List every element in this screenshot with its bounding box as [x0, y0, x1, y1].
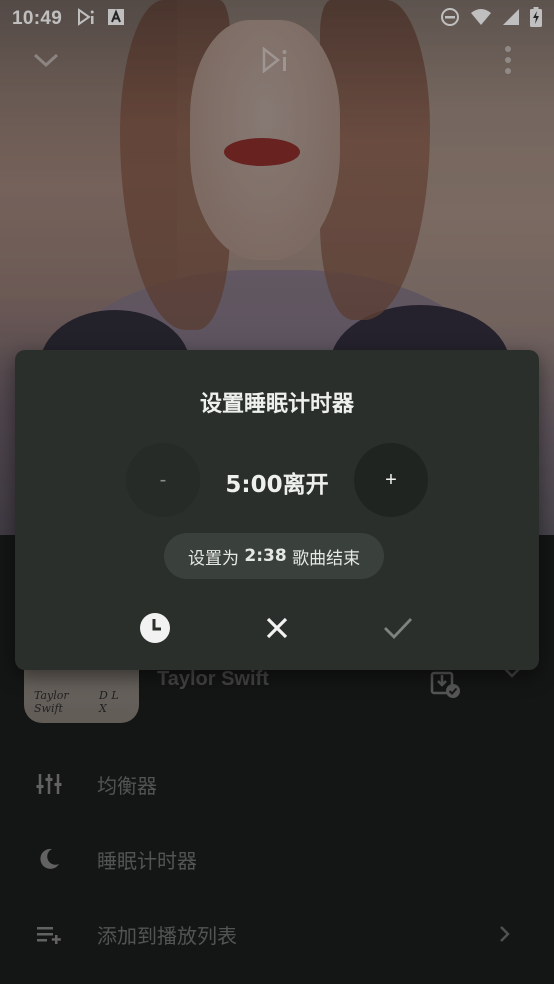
media-cast-icon — [76, 8, 98, 30]
decrease-button[interactable]: - — [126, 443, 200, 517]
menu-item-equalizer[interactable]: 均衡器 — [0, 754, 554, 814]
font-a-icon — [108, 9, 125, 29]
artist-name[interactable]: Taylor Swift — [157, 668, 269, 691]
end-of-song-chip[interactable]: 设置为 2:38 歌曲结束 — [164, 533, 385, 579]
menu-item-label: 睡眠计时器 — [97, 848, 197, 873]
timer-value: 5:00离开 — [225, 472, 329, 498]
status-time: 10:49 — [12, 8, 63, 29]
dialog-title: 设置睡眠计时器 — [199, 392, 354, 417]
menu-item-sleep-timer[interactable]: 睡眠计时器 — [0, 829, 554, 889]
moon-icon — [34, 844, 64, 874]
thumb-edition-text: D L X — [99, 689, 119, 715]
do-not-disturb-icon — [440, 7, 460, 31]
wifi-icon — [470, 8, 492, 30]
clock-icon[interactable] — [135, 608, 175, 648]
playlist-add-icon — [34, 919, 64, 949]
equalizer-icon — [34, 769, 64, 799]
close-icon[interactable] — [257, 608, 297, 648]
signal-icon — [502, 8, 520, 30]
thumb-artist-text: Taylor Swift — [34, 689, 69, 715]
menu-item-add-to-playlist[interactable]: 添加到播放列表 — [0, 904, 554, 964]
battery-charging-icon — [530, 7, 542, 31]
check-icon[interactable] — [378, 608, 418, 648]
downloaded-icon[interactable] — [430, 670, 462, 704]
more-vertical-icon[interactable] — [488, 42, 528, 78]
menu-item-label: 添加到播放列表 — [97, 923, 237, 948]
play-next-icon[interactable] — [257, 42, 297, 78]
chip-prefix: 设置为 — [188, 548, 245, 569]
chip-time: 2:38 — [244, 546, 287, 566]
chevron-right-icon — [494, 924, 514, 944]
status-bar: 10:49 — [0, 0, 554, 38]
chevron-down-icon[interactable] — [26, 42, 66, 78]
sleep-timer-dialog: 设置睡眠计时器 - 5:00离开 + 设置为 2:38 歌曲结束 — [15, 350, 539, 670]
increase-button[interactable]: + — [354, 443, 428, 517]
chip-suffix: 歌曲结束 — [286, 548, 361, 569]
menu-item-label: 均衡器 — [97, 773, 157, 798]
